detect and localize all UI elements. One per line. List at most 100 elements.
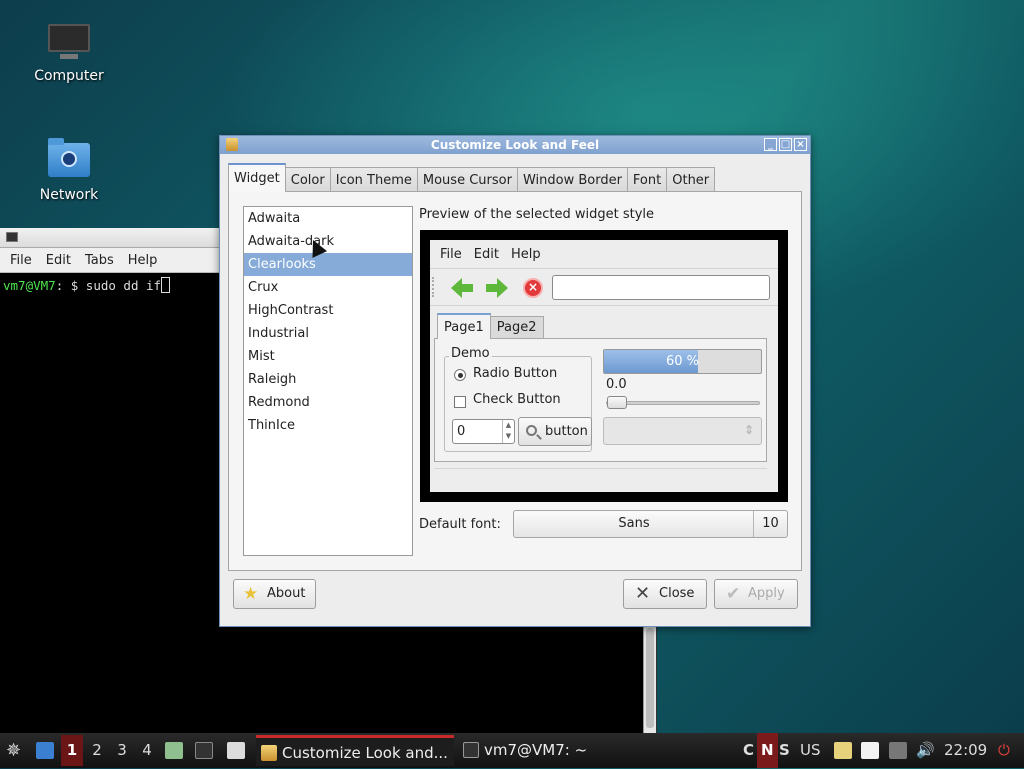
desktop-icon-computer[interactable]: Computer [9, 24, 129, 84]
menu-edit[interactable]: Edit [39, 253, 78, 268]
start-menu-icon[interactable]: ✵ [6, 733, 21, 768]
preview-text-entry[interactable] [552, 275, 770, 300]
indicator-c[interactable]: C [743, 733, 754, 768]
forward-arrow-icon[interactable] [486, 278, 508, 298]
tab-other[interactable]: Other [666, 167, 716, 192]
indicator-n[interactable]: N [757, 733, 778, 768]
font-name: Sans [618, 516, 650, 531]
task-label: vm7@VM7: ~ [484, 741, 588, 759]
apply-button[interactable]: ✔ Apply [714, 579, 798, 609]
theme-list[interactable]: Adwaita Adwaita-dark Clearlooks Crux Hig… [243, 206, 413, 556]
menu-file[interactable]: File [3, 253, 39, 268]
preview-button[interactable]: button [518, 417, 592, 446]
list-item[interactable]: Adwaita [244, 207, 412, 230]
indicator-s[interactable]: S [779, 733, 790, 768]
preview-tab-page2[interactable]: Page2 [489, 316, 544, 338]
slider-thumb[interactable] [607, 396, 627, 409]
clipboard-icon[interactable] [834, 742, 852, 759]
font-picker-button[interactable]: Sans 10 [513, 510, 788, 538]
menu-tabs[interactable]: Tabs [78, 253, 121, 268]
list-item-selected[interactable]: Clearlooks [244, 253, 412, 276]
workspace-1[interactable]: 1 [61, 735, 83, 766]
text-cursor [161, 277, 171, 293]
tab-window-border[interactable]: Window Border [516, 167, 628, 192]
checkmark-icon: ✔ [726, 584, 741, 604]
desktop-icon-network[interactable]: Network [9, 138, 129, 203]
preview-menu-help[interactable]: Help [505, 247, 547, 262]
list-item[interactable]: Raleigh [244, 368, 412, 391]
list-item[interactable]: Redmond [244, 391, 412, 414]
app-icon [226, 138, 238, 151]
terminal-icon [463, 742, 479, 758]
apply-label: Apply [748, 586, 785, 601]
volume-icon[interactable]: 🔊 [916, 733, 935, 768]
desktop-icon-label: Computer [34, 68, 104, 84]
text-editor-launcher-icon[interactable] [227, 742, 245, 759]
computer-icon [48, 24, 90, 62]
workspace-2[interactable]: 2 [86, 735, 108, 766]
list-item[interactable]: Crux [244, 276, 412, 299]
preview-label: Preview of the selected widget style [419, 207, 655, 222]
tab-widget[interactable]: Widget [228, 163, 286, 192]
list-item[interactable]: Adwaita-dark [244, 230, 412, 253]
widget-preview: File Edit Help × Page1 Page2 Radio Butto… [420, 230, 788, 502]
tab-icon-theme[interactable]: Icon Theme [329, 167, 418, 192]
search-icon [526, 425, 537, 436]
list-item[interactable]: ThinIce [244, 414, 412, 437]
task-terminal[interactable]: vm7@VM7: ~ [458, 735, 618, 766]
tab-color[interactable]: Color [284, 167, 331, 192]
radio-button[interactable] [454, 369, 466, 381]
close-label: Close [659, 586, 695, 601]
close-window-button[interactable]: × [794, 138, 807, 151]
dialog-titlebar[interactable]: Customize Look and Feel _ □ × [220, 136, 810, 154]
spin-button[interactable]: 0 ▲ ▼ [452, 419, 515, 444]
tab-bar: Widget Color Icon Theme Mouse Cursor Win… [228, 163, 716, 192]
workspace-4[interactable]: 4 [136, 735, 158, 766]
minimize-button[interactable]: _ [764, 138, 777, 151]
stop-icon[interactable]: × [523, 278, 543, 298]
combo-box[interactable] [603, 417, 762, 445]
terminal-scrollbar[interactable] [643, 626, 656, 733]
task-customize-look[interactable]: Customize Look and... [256, 735, 454, 766]
show-desktop-icon[interactable] [36, 742, 54, 759]
clock[interactable]: 22:09 [944, 733, 987, 768]
preview-menu-file[interactable]: File [434, 247, 468, 262]
workspace-3[interactable]: 3 [111, 735, 133, 766]
about-label: About [267, 586, 306, 601]
list-item[interactable]: HighContrast [244, 299, 412, 322]
preview-toolbar: × [430, 268, 778, 306]
preview-menu-edit[interactable]: Edit [468, 247, 505, 262]
slider-value: 0.0 [606, 377, 627, 392]
power-icon[interactable]: ⏻ [998, 733, 1010, 768]
list-item[interactable]: Industrial [244, 322, 412, 345]
terminal-launcher-icon[interactable] [195, 742, 213, 759]
removable-drive-icon[interactable] [889, 742, 907, 759]
font-size: 10 [753, 511, 787, 537]
slider-track[interactable] [606, 401, 760, 405]
notes-icon[interactable] [861, 742, 879, 759]
prompt-user: vm7@VM7 [3, 278, 56, 293]
tab-font[interactable]: Font [626, 167, 668, 192]
task-label: Customize Look and... [282, 744, 448, 762]
close-button[interactable]: ✕ Close [623, 579, 707, 609]
star-icon: ★ [243, 584, 259, 604]
check-button[interactable] [454, 396, 466, 408]
back-arrow-icon[interactable] [451, 278, 473, 298]
scrollbar-thumb[interactable] [646, 628, 654, 728]
radio-label[interactable]: Radio Button [473, 366, 557, 381]
list-item[interactable]: Mist [244, 345, 412, 368]
terminal-icon [6, 232, 18, 242]
menu-help[interactable]: Help [121, 253, 165, 268]
about-button[interactable]: ★ About [233, 579, 316, 609]
preview-page: Radio Button Check Button 0 ▲ ▼ button Dem… [434, 338, 767, 462]
tab-mouse-cursor[interactable]: Mouse Cursor [416, 167, 518, 192]
maximize-button[interactable]: □ [779, 138, 792, 151]
preview-tab-page1[interactable]: Page1 [437, 313, 491, 339]
file-manager-launcher-icon[interactable] [165, 742, 183, 759]
check-label[interactable]: Check Button [473, 392, 561, 407]
keyboard-layout[interactable]: US [800, 733, 821, 768]
desktop-icon-label: Network [39, 187, 99, 203]
preview-tabs: Page1 Page2 [437, 313, 544, 339]
spin-arrows-icon[interactable]: ▲ ▼ [502, 420, 514, 443]
progress-text: 60 % [665, 354, 700, 369]
